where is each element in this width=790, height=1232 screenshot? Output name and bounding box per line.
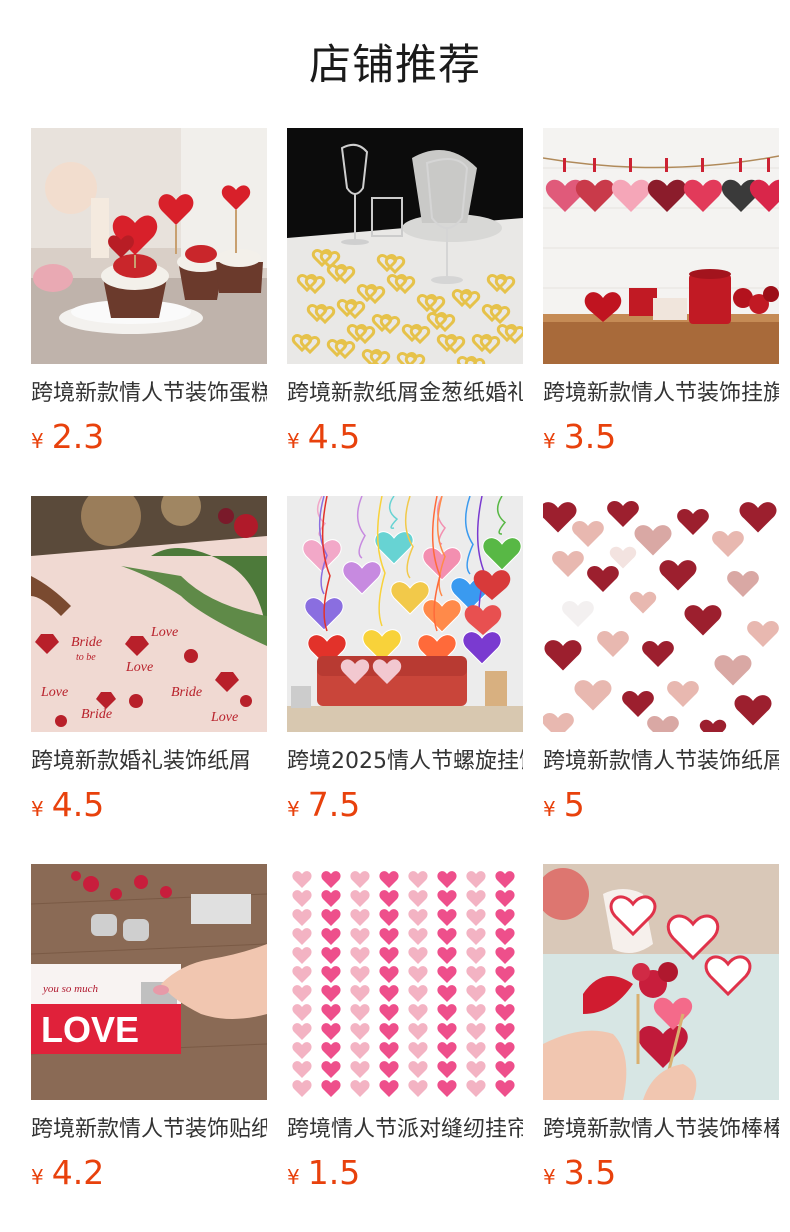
product-name[interactable]: 跨境2025情人节螺旋挂饰: [287, 745, 523, 779]
price-value: 3.5: [563, 417, 617, 456]
currency-symbol: ¥: [543, 429, 556, 453]
product-image[interactable]: [543, 128, 779, 364]
product-image[interactable]: [287, 864, 523, 1100]
currency-symbol: ¥: [31, 797, 44, 821]
product-price: ¥4.5: [287, 417, 523, 463]
product-card[interactable]: 跨境新款纸屑金葱纸婚礼桌面 ¥4.5: [287, 128, 523, 463]
product-image[interactable]: [31, 128, 267, 364]
product-price: ¥1.5: [287, 1153, 523, 1199]
price-value: 4.5: [307, 417, 361, 456]
product-name[interactable]: 跨境新款情人节装饰纸屑: [543, 745, 779, 779]
price-value: 3.5: [563, 1153, 617, 1192]
currency-symbol: ¥: [287, 797, 300, 821]
product-name[interactable]: 跨境情人节派对缝纫挂帘: [287, 1113, 523, 1147]
price-value: 2.3: [51, 417, 105, 456]
product-name[interactable]: 跨境新款情人节装饰蛋糕插件: [31, 377, 267, 411]
product-image[interactable]: [287, 496, 523, 732]
currency-symbol: ¥: [287, 1165, 300, 1189]
currency-symbol: ¥: [31, 1165, 44, 1189]
product-name[interactable]: 跨境新款情人节装饰贴纸: [31, 1113, 267, 1147]
price-value: 4.2: [51, 1153, 105, 1192]
product-image[interactable]: [543, 496, 779, 732]
svg-text:LOVE: LOVE: [41, 1009, 139, 1050]
product-card[interactable]: 跨境新款情人节装饰棒棒糖 ¥3.5: [543, 864, 779, 1199]
currency-symbol: ¥: [543, 797, 556, 821]
product-price: ¥2.3: [31, 417, 267, 463]
product-card[interactable]: LOVE you so much 跨境新款情人节装饰贴纸 ¥4.2: [31, 864, 267, 1199]
product-name[interactable]: 跨境新款婚礼装饰纸屑: [31, 745, 267, 779]
page-title: 店铺推荐: [308, 40, 481, 89]
svg-text:Love: Love: [210, 710, 238, 725]
product-price: ¥3.5: [543, 1153, 779, 1199]
product-image[interactable]: LOVE you so much: [31, 864, 267, 1100]
price-value: 4.5: [51, 785, 105, 824]
product-name[interactable]: 跨境新款情人节装饰棒棒糖: [543, 1113, 779, 1147]
price-value: 7.5: [307, 785, 361, 824]
product-price: ¥4.5: [31, 785, 267, 831]
currency-symbol: ¥: [31, 429, 44, 453]
product-price: ¥5: [543, 785, 779, 831]
svg-text:you so much: you so much: [42, 983, 98, 995]
svg-text:Love: Love: [150, 625, 178, 640]
price-value: 5: [563, 785, 585, 824]
svg-text:Bride: Bride: [71, 635, 102, 650]
product-card[interactable]: 跨境新款情人节装饰蛋糕插件 ¥2.3: [31, 128, 267, 463]
product-image[interactable]: [287, 128, 523, 364]
price-value: 1.5: [307, 1153, 361, 1192]
svg-text:Love: Love: [40, 685, 68, 700]
product-name[interactable]: 跨境新款情人节装饰挂旗: [543, 377, 779, 411]
product-card[interactable]: 跨境2025情人节螺旋挂饰 ¥7.5: [287, 496, 523, 831]
currency-symbol: ¥: [543, 1165, 556, 1189]
product-price: ¥3.5: [543, 417, 779, 463]
product-card[interactable]: Bride to be Love Bride Love Bride Love Lo…: [31, 496, 267, 831]
svg-text:to be: to be: [76, 652, 96, 663]
svg-text:Bride: Bride: [81, 707, 112, 722]
product-price: ¥4.2: [31, 1153, 267, 1199]
product-name[interactable]: 跨境新款纸屑金葱纸婚礼桌面: [287, 377, 523, 411]
product-card[interactable]: 跨境情人节派对缝纫挂帘 ¥1.5: [287, 864, 523, 1199]
svg-text:Love: Love: [125, 660, 153, 675]
product-card[interactable]: 跨境新款情人节装饰挂旗 ¥3.5: [543, 128, 779, 463]
product-image[interactable]: Bride to be Love Bride Love Bride Love Lo…: [31, 496, 267, 732]
product-price: ¥7.5: [287, 785, 523, 831]
product-image[interactable]: [543, 864, 779, 1100]
svg-text:Bride: Bride: [171, 685, 202, 700]
product-card[interactable]: 跨境新款情人节装饰纸屑 ¥5: [543, 496, 779, 831]
currency-symbol: ¥: [287, 429, 300, 453]
